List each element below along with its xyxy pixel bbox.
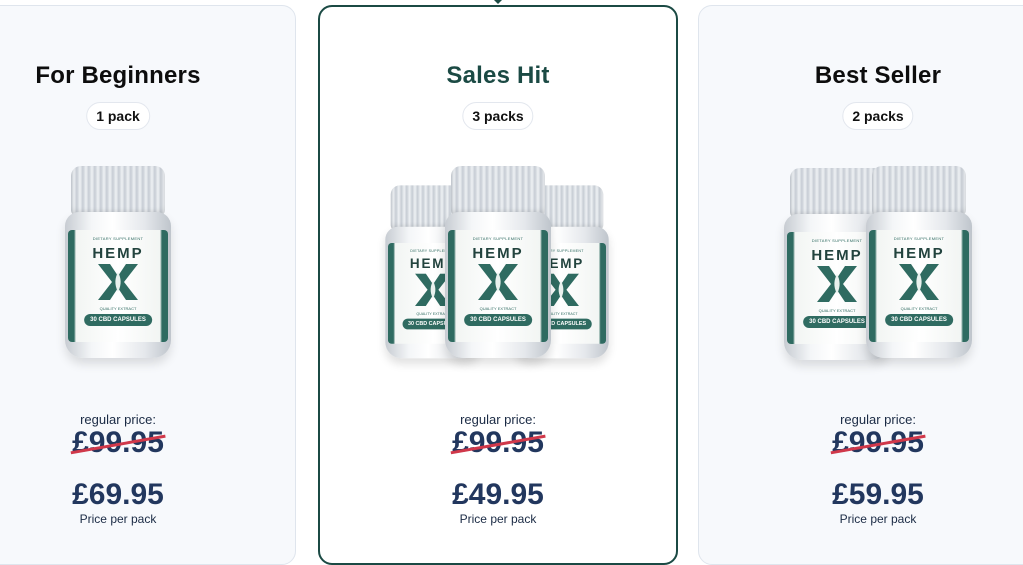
new-price: £69.95	[72, 478, 164, 511]
bottle-extract-text: QUALITY EXTRACT	[900, 306, 938, 311]
plan-column-sales-hit: Sales Hit 3 packs DIETARY SUPPLEMENT HEM…	[338, 0, 658, 526]
hemp-x-logo-icon	[899, 264, 939, 300]
bottle-brand-text: HEMP	[92, 245, 144, 262]
bottle: DIETARY SUPPLEMENT HEMP QUALITY EXTRACT …	[866, 160, 972, 360]
hemp-x-logo-icon	[817, 266, 857, 302]
bottle-supplement-text: DIETARY SUPPLEMENT	[92, 236, 144, 241]
regular-price-label: regular price:	[80, 412, 156, 427]
plan-column-best-seller: Best Seller 2 packs DIETARY SUPPLEMENT H…	[718, 0, 1023, 526]
regular-price-label: regular price:	[460, 412, 536, 427]
bottle-capsules-text: 30 CBD CAPSULES	[84, 314, 152, 326]
bottle-supplement-text: DIETARY SUPPLEMENT	[472, 236, 524, 241]
hemp-x-logo-icon	[98, 264, 138, 300]
pack-count-badge: 2 packs	[842, 102, 914, 130]
regular-price-label: regular price:	[840, 412, 916, 427]
plan-column-beginners: For Beginners 1 pack DIETARY SUPPLEMENT …	[0, 0, 278, 526]
new-price: £59.95	[832, 478, 924, 511]
new-price: £49.95	[452, 478, 544, 511]
bottle-brand-text: HEMP	[472, 245, 524, 262]
old-price: £99.95	[70, 426, 166, 460]
bottle-extract-text: QUALITY EXTRACT	[479, 306, 517, 311]
product-image: DIETARY SUPPLEMENT HEMP QUALITY EXTRACT …	[338, 160, 658, 370]
per-pack-label: Price per pack	[79, 512, 157, 526]
old-price: £99.95	[450, 426, 546, 460]
plan-title: Sales Hit	[446, 62, 550, 89]
pack-count-badge: 1 pack	[86, 102, 150, 130]
plan-title: Best Seller	[814, 62, 942, 89]
bottle: DIETARY SUPPLEMENT HEMP QUALITY EXTRACT …	[445, 160, 551, 360]
product-image: DIETARY SUPPLEMENT HEMP QUALITY EXTRACT …	[718, 160, 1023, 370]
plan-title: For Beginners	[35, 62, 201, 89]
product-image: DIETARY SUPPLEMENT HEMP QUALITY EXTRACT …	[0, 160, 278, 370]
bottle-brand-text: HEMP	[893, 245, 945, 262]
bottle-capsules-text: 30 CBD CAPSULES	[464, 314, 532, 326]
old-price: £99.95	[830, 426, 926, 460]
per-pack-label: Price per pack	[459, 512, 537, 526]
bottle-capsules-text: 30 CBD CAPSULES	[885, 314, 953, 326]
per-pack-label: Price per pack	[839, 512, 917, 526]
hemp-x-logo-icon	[478, 264, 518, 300]
bottle-supplement-text: DIETARY SUPPLEMENT	[893, 236, 945, 241]
bottle-extract-text: QUALITY EXTRACT	[99, 306, 137, 311]
bottle: DIETARY SUPPLEMENT HEMP QUALITY EXTRACT …	[65, 160, 171, 360]
bottle-capsules-text: 30 CBD CAPSULES	[803, 316, 871, 328]
pack-count-badge: 3 packs	[462, 102, 534, 130]
